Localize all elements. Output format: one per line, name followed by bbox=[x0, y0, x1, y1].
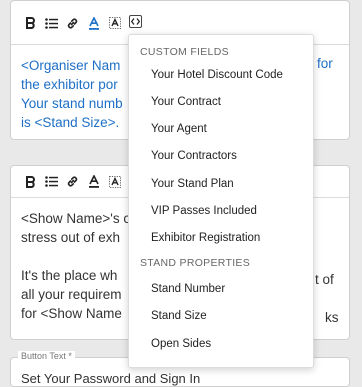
text-color-icon[interactable] bbox=[84, 174, 103, 190]
link-icon[interactable] bbox=[63, 174, 82, 190]
menu-item-hotel-discount-code[interactable]: Your Hotel Discount Code bbox=[151, 69, 283, 81]
button-text-label: Button Text * bbox=[18, 351, 75, 361]
menu-item-open-sides[interactable]: Open Sides bbox=[151, 338, 211, 350]
list-icon[interactable] bbox=[42, 174, 61, 190]
merge-field-dropdown: CUSTOM FIELDS Your Hotel Discount Code Y… bbox=[128, 34, 314, 368]
link-icon[interactable] bbox=[63, 15, 82, 31]
bold-icon[interactable] bbox=[21, 15, 40, 31]
menu-item-vip-passes[interactable]: VIP Passes Included bbox=[151, 205, 257, 217]
menu-item-stand-number[interactable]: Stand Number bbox=[151, 283, 225, 295]
section-header-custom-fields: CUSTOM FIELDS bbox=[140, 46, 229, 58]
bold-icon[interactable] bbox=[21, 174, 40, 190]
menu-item-exhibitor-registration[interactable]: Exhibitor Registration bbox=[151, 232, 260, 244]
clear-format-icon[interactable] bbox=[105, 174, 124, 190]
text-color-icon[interactable] bbox=[84, 15, 103, 31]
menu-item-stand-plan[interactable]: Your Stand Plan bbox=[151, 178, 234, 190]
menu-item-contractors[interactable]: Your Contractors bbox=[151, 150, 237, 162]
editor-line-fragment: for bbox=[317, 56, 333, 71]
menu-item-agent[interactable]: Your Agent bbox=[151, 123, 207, 135]
list-icon[interactable] bbox=[42, 15, 61, 31]
editor-line-fragment: ks bbox=[325, 310, 339, 325]
button-text-input[interactable] bbox=[21, 371, 321, 386]
editor-line-fragment: t of bbox=[315, 272, 334, 287]
menu-item-stand-size[interactable]: Stand Size bbox=[151, 310, 207, 322]
clear-format-icon[interactable] bbox=[105, 15, 124, 31]
menu-item-contract[interactable]: Your Contract bbox=[151, 96, 221, 108]
embed-code-icon[interactable] bbox=[129, 15, 142, 28]
section-header-stand-properties: STAND PROPERTIES bbox=[140, 257, 251, 269]
